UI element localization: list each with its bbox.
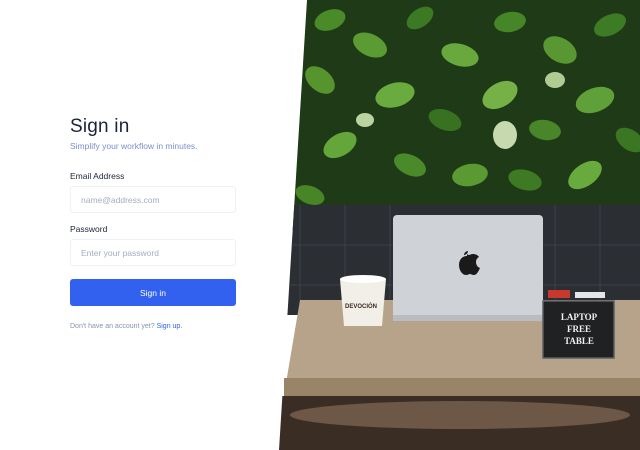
hero-photo: DEVOCIÓN LAPTOP FREE TABLE [279, 0, 640, 450]
sign-line-1: LAPTOP [561, 312, 598, 322]
red-item [548, 290, 570, 298]
laptop-base [393, 315, 543, 321]
white-item [575, 292, 605, 298]
coffee-cup [340, 279, 386, 326]
sign-line-3: TABLE [564, 336, 594, 346]
sign-line-2: FREE [567, 324, 591, 334]
cup-label: DEVOCIÓN [345, 302, 377, 310]
table-edge [284, 378, 640, 396]
cup-rim [340, 275, 386, 283]
stool [290, 401, 630, 429]
